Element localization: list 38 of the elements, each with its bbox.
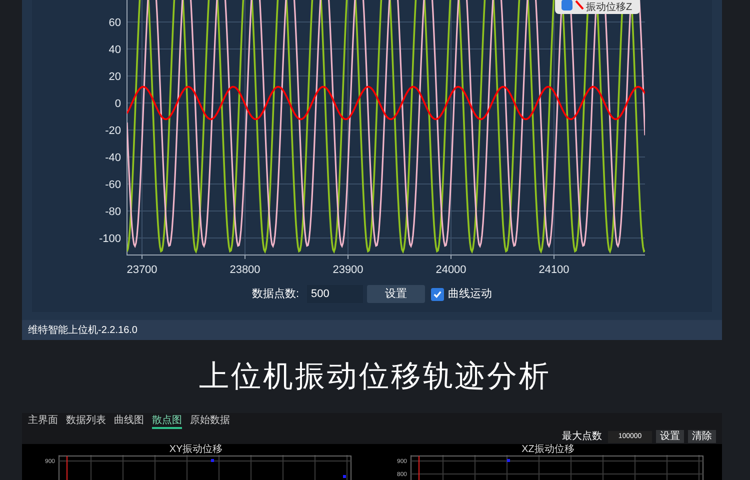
checkbox-label: 曲线运动 <box>448 286 492 302</box>
scatter-point <box>343 475 346 478</box>
axis-tick-label: 60 <box>108 17 121 29</box>
axis-tick-label: 40 <box>108 44 121 56</box>
axis-tick-label: -60 <box>105 179 121 191</box>
axis-tick-label: 24100 <box>538 264 570 276</box>
axis-tick-label: 20 <box>108 71 121 83</box>
marker-line <box>66 456 68 480</box>
axis-tick-label: -20 <box>105 125 121 137</box>
axis-tick-label: 24000 <box>436 264 466 276</box>
set-button[interactable]: 设置 <box>367 285 426 303</box>
legend-checkbox[interactable] <box>562 0 572 10</box>
scatter-point <box>507 459 510 462</box>
status-bar-text: 维特智能上位机-2.2.16.0 <box>28 324 138 338</box>
axis-tick-label: 23700 <box>126 264 158 276</box>
field-label: 最大点数 <box>562 430 602 444</box>
axis-tick-label: 23900 <box>332 264 364 276</box>
tab[interactable]: 数据列表 <box>66 414 106 429</box>
set-button[interactable]: 设置 <box>656 430 684 443</box>
axis-tick-label: -40 <box>105 152 121 164</box>
axis-tick-label: -100 <box>98 233 121 245</box>
field-label: 数据点数: <box>252 286 300 302</box>
axis-tick-label: 23800 <box>230 264 260 276</box>
headline: 上位机振动位移轨迹分析 <box>199 359 551 395</box>
chart-title: XY振动位移 <box>169 444 223 455</box>
scatter-point <box>211 459 214 462</box>
axis-tick-label: 0 <box>114 98 121 110</box>
legend-label: 振动位移Z <box>586 2 632 13</box>
chart-title: XZ振动位移 <box>522 444 574 455</box>
tab[interactable]: 散点图 <box>152 414 182 429</box>
motion-checkbox[interactable] <box>431 288 444 300</box>
axis-tick-label: -80 <box>105 206 121 218</box>
tab[interactable]: 原始数据 <box>190 414 230 429</box>
clear-button[interactable]: 清除 <box>688 430 716 443</box>
tab[interactable]: 曲线图 <box>114 414 144 429</box>
points-input[interactable]: 500 <box>307 285 364 303</box>
marker-line <box>418 456 420 480</box>
tab[interactable]: 主界面 <box>28 414 58 429</box>
